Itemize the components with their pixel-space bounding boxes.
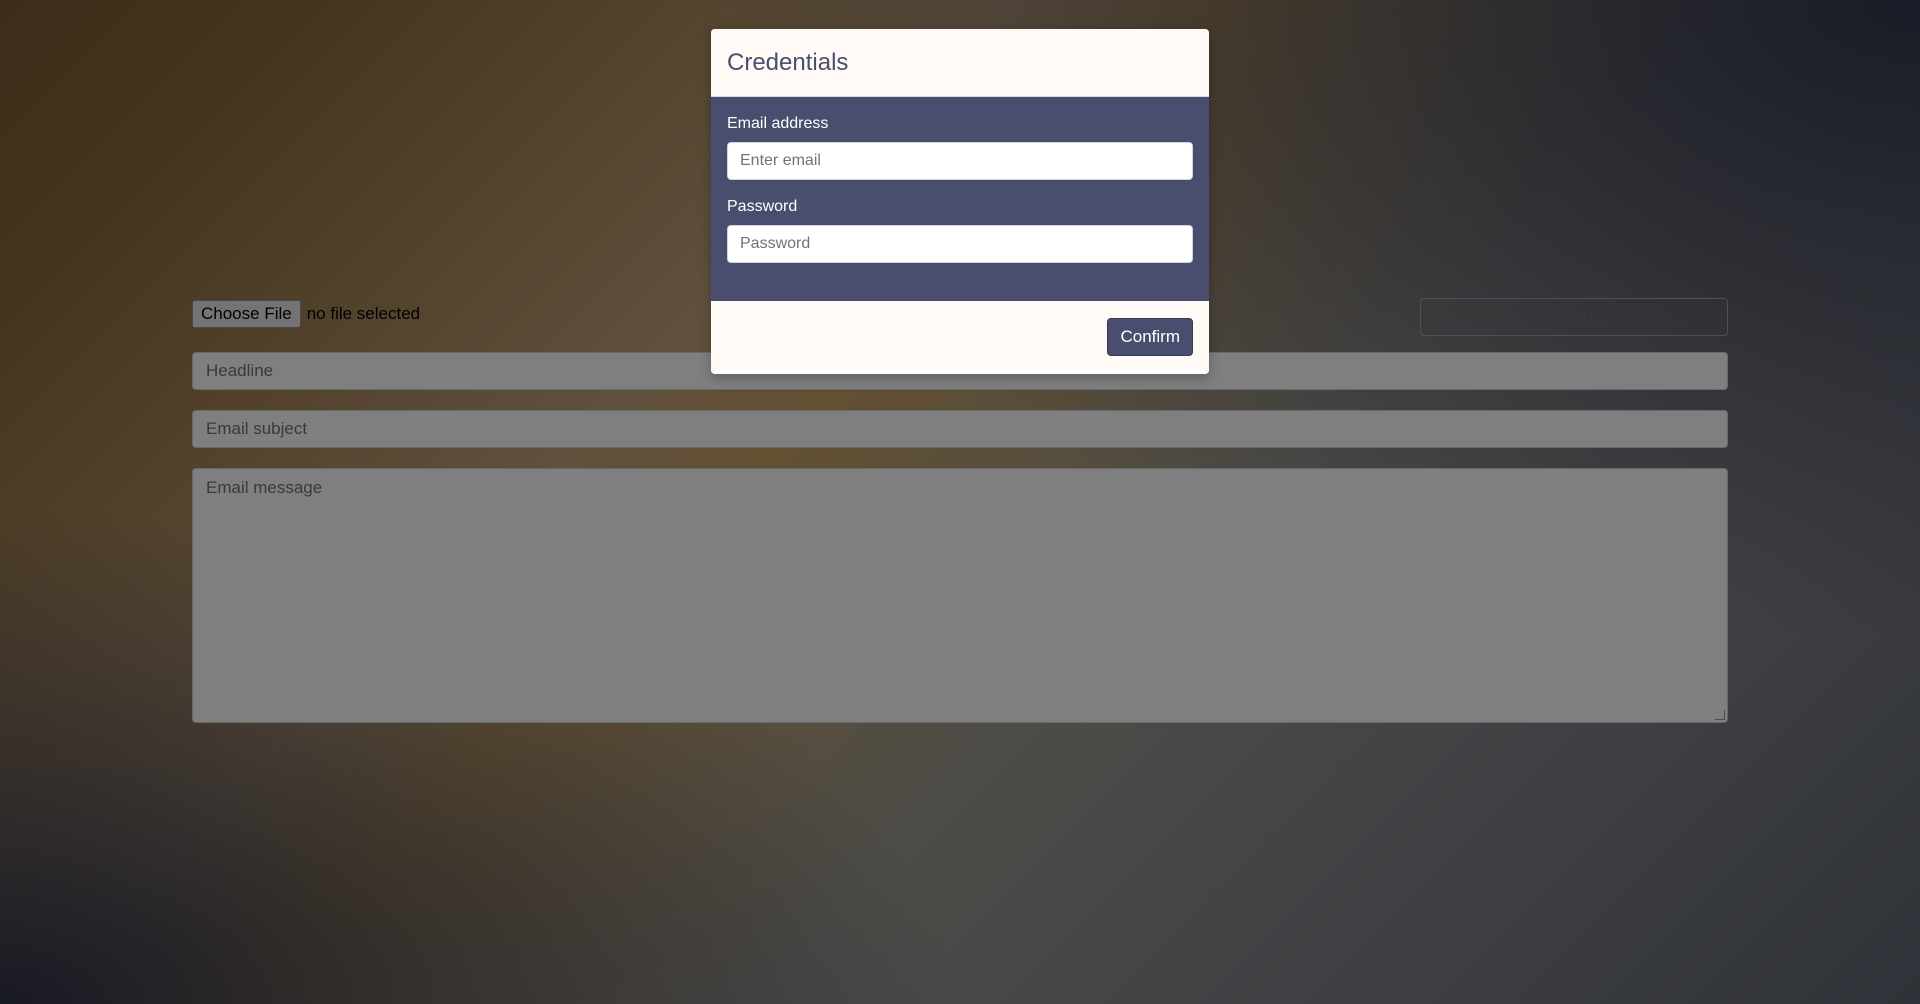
email-input[interactable]: Enter email <box>727 142 1193 180</box>
email-label: Email address <box>727 115 829 132</box>
password-label: Password <box>727 198 798 215</box>
confirm-button[interactable]: Confirm <box>1107 318 1193 356</box>
modal-header: Credentials <box>711 29 1209 97</box>
modal-footer: Confirm <box>711 301 1209 373</box>
modal-title: Credentials <box>727 48 849 76</box>
modal-body: Email address Enter email Password Passw… <box>711 97 1209 301</box>
password-input[interactable]: Password <box>727 225 1193 263</box>
credentials-modal: Credentials Email address Enter email Pa… <box>711 29 1209 374</box>
